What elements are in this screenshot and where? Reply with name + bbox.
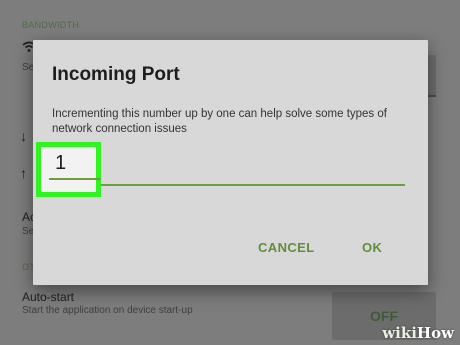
autostart-subtitle: Start the application on device start-up [22, 305, 193, 316]
wikihow-watermark: wikiHow [382, 324, 454, 342]
bandwidth-section-header: BANDWIDTH [22, 20, 80, 30]
autostart-toggle-label: OFF [370, 308, 398, 324]
port-input-underline-segment [49, 178, 101, 180]
port-input-underline[interactable] [57, 178, 405, 186]
ok-button[interactable]: OK [362, 240, 382, 255]
arrow-down-icon: ↓ [20, 128, 27, 144]
autostart-title[interactable]: Auto-start [22, 290, 74, 304]
dialog-title: Incoming Port [52, 64, 180, 85]
incoming-port-dialog: Incoming Port Incrementing this number u… [33, 40, 428, 285]
port-input[interactable]: 1 [55, 152, 66, 175]
input-highlight-box [36, 142, 101, 197]
dialog-message: Incrementing this number up by one can h… [52, 108, 387, 135]
watermark-wiki: wiki [382, 324, 417, 342]
watermark-how: How [416, 324, 454, 342]
arrow-up-icon: ↑ [20, 165, 27, 181]
cancel-button[interactable]: CANCEL [258, 240, 315, 255]
